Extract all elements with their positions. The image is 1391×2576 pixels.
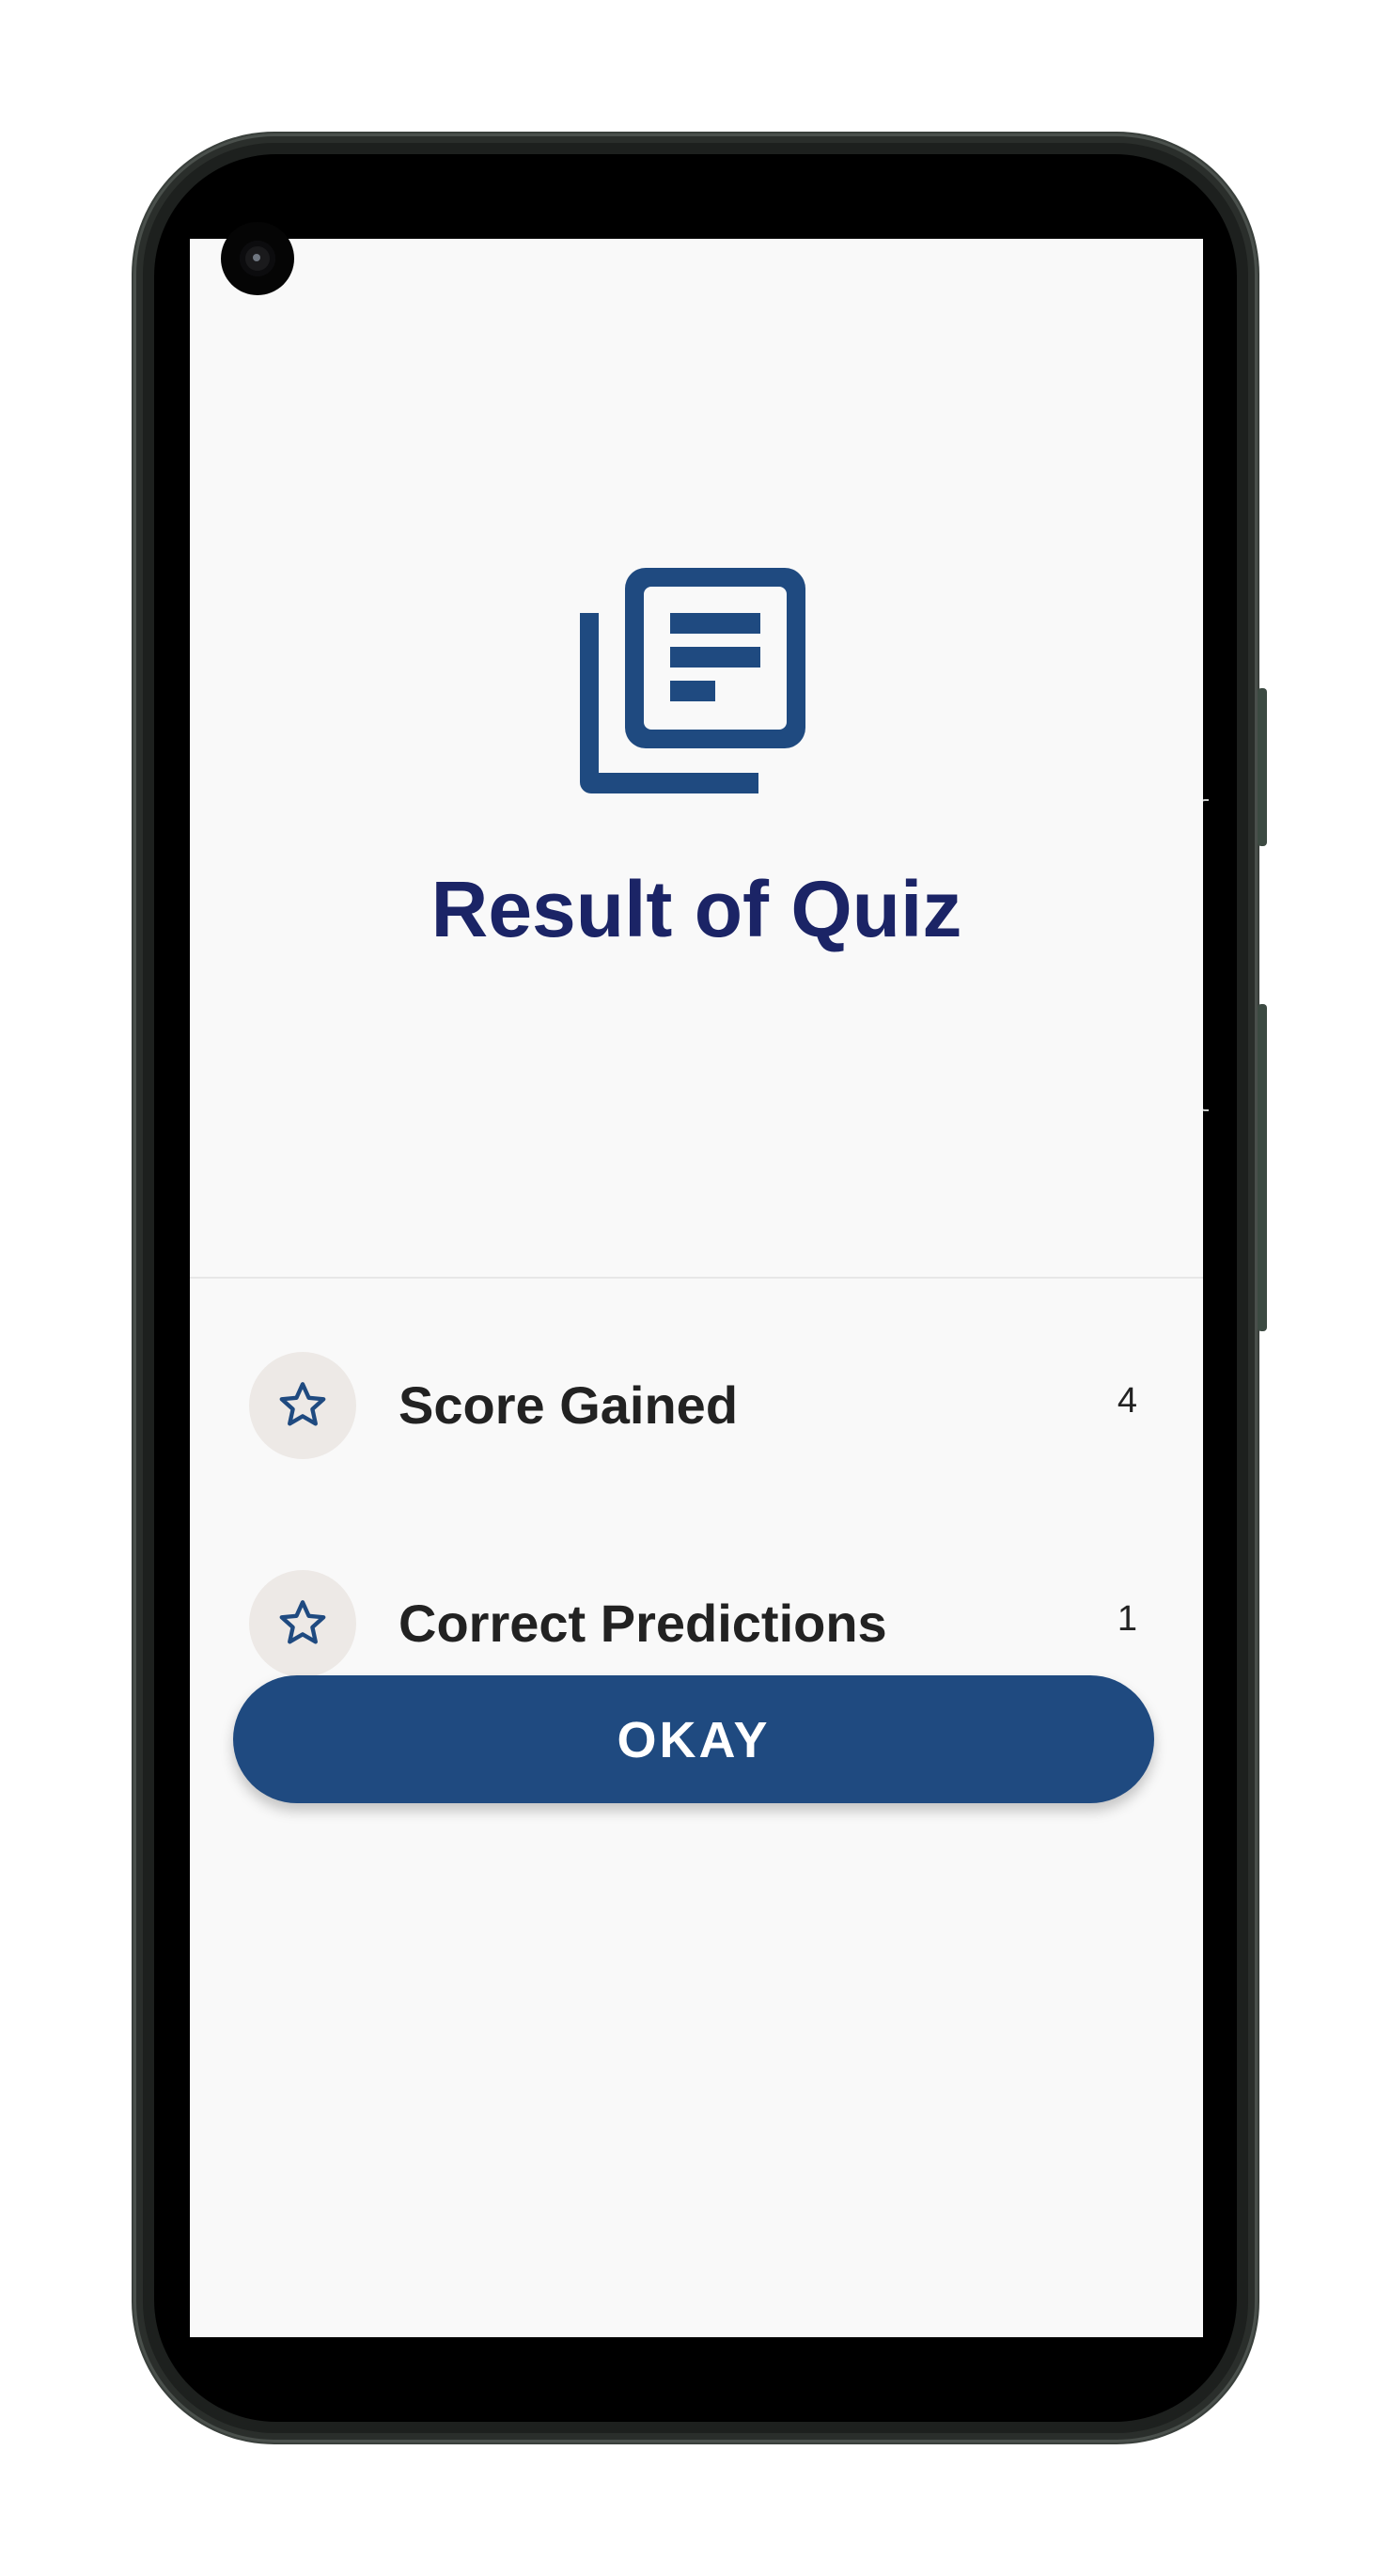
quiz-result-screen: Result of Quiz Score Gained 4 Correct Pr… <box>190 239 1203 2337</box>
article-stack-icon <box>580 568 805 793</box>
okay-button[interactable]: OKAY <box>233 1675 1154 1803</box>
result-label: Correct Predictions <box>399 1594 887 1653</box>
volume-button <box>1258 1004 1267 1331</box>
device-stage: Result of Quiz Score Gained 4 Correct Pr… <box>0 0 1391 2576</box>
result-row-correct-predictions: Correct Predictions 1 <box>190 1476 1203 1677</box>
front-camera <box>221 222 294 295</box>
page-title: Result of Quiz <box>430 865 962 953</box>
camera-lens <box>240 241 275 276</box>
star-icon <box>279 1382 326 1426</box>
star-icon <box>279 1600 326 1644</box>
result-value: 4 <box>1117 1381 1137 1421</box>
result-row-score: Score Gained 4 <box>190 1258 1203 1459</box>
result-value: 1 <box>1117 1599 1137 1639</box>
star-icon-badge <box>249 1352 356 1459</box>
power-button <box>1258 688 1267 846</box>
result-label: Score Gained <box>399 1375 739 1435</box>
star-icon-badge <box>249 1570 356 1677</box>
row-divider <box>190 1277 1203 1279</box>
